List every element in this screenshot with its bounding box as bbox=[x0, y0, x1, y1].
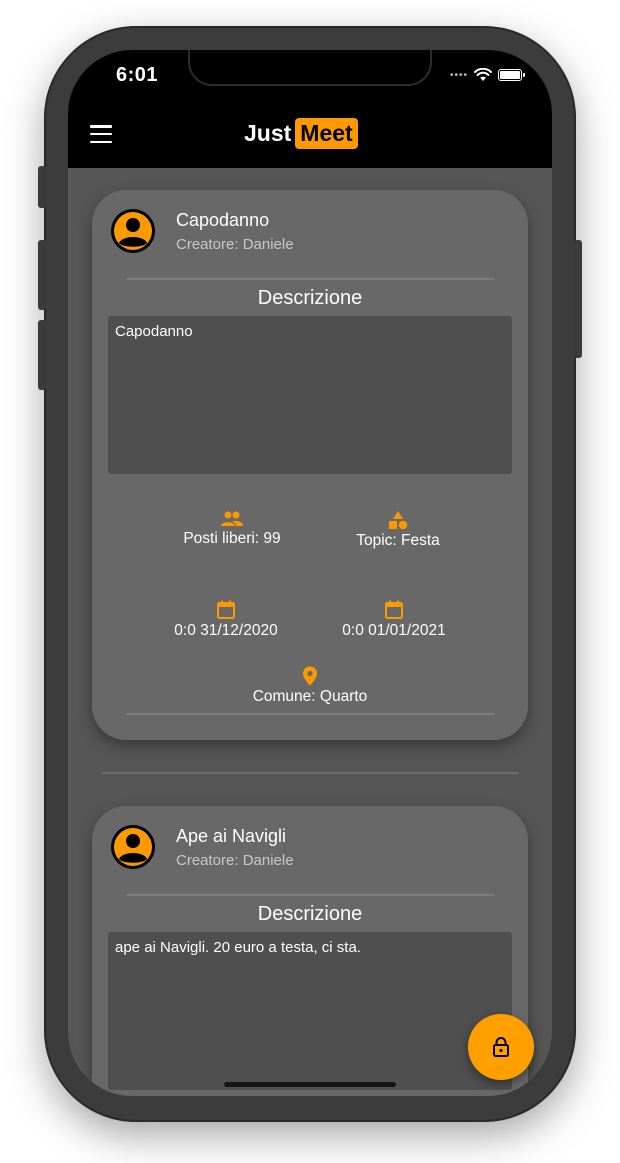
category-shapes-icon bbox=[389, 511, 408, 530]
seats-text: Posti liberi: 99 bbox=[183, 530, 281, 547]
home-indicator[interactable] bbox=[224, 1082, 396, 1087]
signal-icon: •••• bbox=[449, 69, 468, 81]
people-icon bbox=[221, 511, 243, 526]
description-box: Capodanno bbox=[108, 316, 512, 474]
lock-icon bbox=[493, 1037, 509, 1057]
calendar-icon bbox=[385, 600, 403, 619]
volume-up-button bbox=[38, 240, 46, 310]
phone-screen: 6:01 •••• Just Meet Capodanno Creatore: bbox=[68, 50, 552, 1096]
lock-fab-button[interactable] bbox=[468, 1014, 534, 1080]
municipality-info: Comune: Quarto bbox=[230, 666, 390, 706]
event-title: Ape ai Navigli bbox=[176, 826, 287, 846]
card-divider bbox=[126, 894, 494, 896]
logo-just: Just bbox=[244, 120, 292, 146]
event-card[interactable]: Capodanno Creatore: Daniele Descrizione … bbox=[92, 190, 528, 740]
end-date-info: 0:0 01/01/2021 bbox=[314, 600, 474, 640]
battery-icon bbox=[498, 69, 525, 81]
start-date-text: 0:0 31/12/2020 bbox=[174, 622, 278, 639]
app-bar: 6:01 •••• Just Meet bbox=[68, 50, 552, 168]
event-title: Capodanno bbox=[176, 210, 270, 230]
calendar-icon bbox=[217, 600, 235, 619]
seats-info: Posti liberi: 99 bbox=[152, 510, 312, 548]
logo-meet: Meet bbox=[295, 118, 358, 149]
topic-text: Topic: Festa bbox=[356, 532, 440, 549]
avatar-icon bbox=[111, 209, 155, 253]
status-time: 6:01 bbox=[116, 64, 159, 86]
description-heading: Descrizione bbox=[257, 287, 363, 309]
event-creator: Creatore: Daniele bbox=[176, 236, 294, 253]
menu-icon[interactable] bbox=[90, 125, 112, 143]
start-date-info: 0:0 31/12/2020 bbox=[146, 600, 306, 640]
volume-down-button bbox=[38, 320, 46, 390]
topic-info: Topic: Festa bbox=[318, 510, 478, 550]
avatar-icon bbox=[111, 825, 155, 869]
card-divider bbox=[126, 713, 494, 715]
power-button bbox=[574, 240, 582, 358]
wifi-icon bbox=[474, 68, 492, 81]
list-separator bbox=[102, 772, 518, 774]
description-heading: Descrizione bbox=[257, 903, 363, 925]
app-logo: Just Meet bbox=[244, 118, 358, 149]
event-card[interactable]: Ape ai Navigli Creatore: Daniele Descriz… bbox=[92, 806, 528, 1096]
description-box: ape ai Navigli. 20 euro a testa, ci sta. bbox=[108, 932, 512, 1090]
status-icons: •••• bbox=[449, 68, 525, 82]
location-pin-icon bbox=[303, 666, 317, 686]
end-date-text: 0:0 01/01/2021 bbox=[342, 622, 446, 639]
event-creator: Creatore: Daniele bbox=[176, 852, 294, 869]
mute-switch bbox=[38, 166, 46, 208]
card-divider bbox=[126, 278, 494, 280]
municipality-text: Comune: Quarto bbox=[252, 688, 368, 705]
notch bbox=[188, 50, 432, 86]
